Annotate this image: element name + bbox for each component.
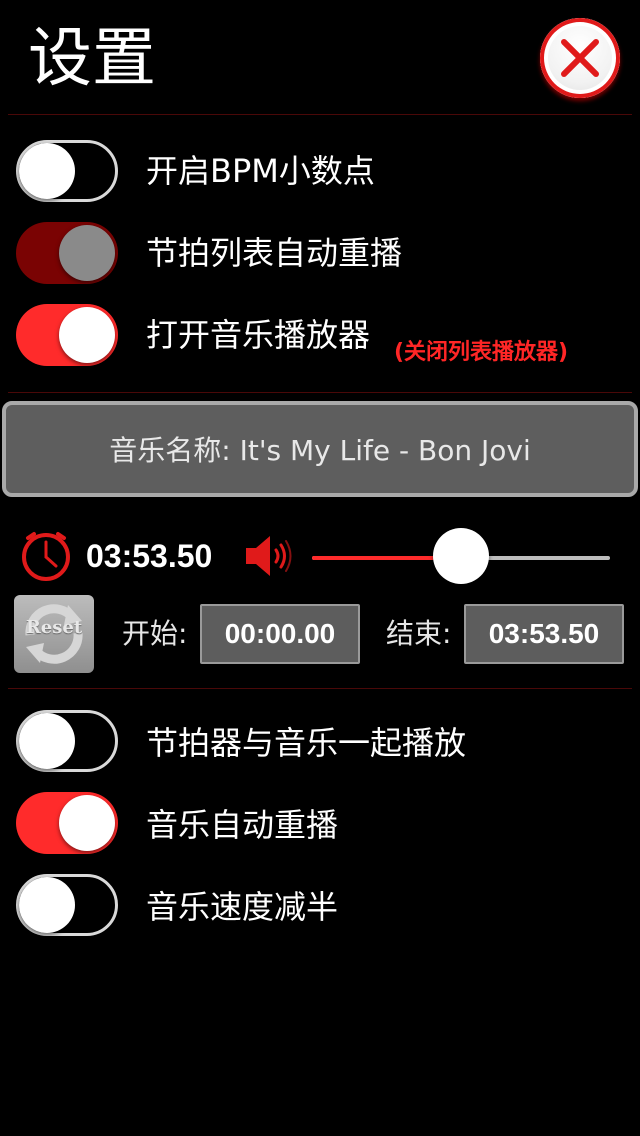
close-button[interactable] (540, 18, 620, 98)
close-icon (561, 39, 599, 77)
toggle-knob (59, 225, 115, 281)
toggle-label-music-autoreplay: 音乐自动重播 (146, 806, 339, 844)
speaker-icon (246, 536, 292, 576)
toggle-knob (59, 795, 115, 851)
toggle-label-bpm-decimal: 开启BPM小数点 (146, 152, 375, 190)
start-label: 开始: (122, 617, 188, 650)
end-time-field[interactable]: 03:53.50 (464, 604, 624, 664)
start-time-field[interactable]: 00:00.00 (200, 604, 360, 664)
reset-button[interactable]: Reset (14, 595, 94, 673)
clock-icon (22, 532, 70, 581)
reset-label: Reset (25, 617, 83, 638)
toggle-music-player[interactable] (16, 304, 118, 366)
page-title: 设置 (28, 22, 156, 96)
divider (8, 688, 632, 689)
toggle-label-beat-list-autoreplay: 节拍列表自动重播 (146, 234, 403, 272)
toggle-music-autoreplay[interactable] (16, 792, 118, 854)
toggle-knob (19, 877, 75, 933)
toggle-music-half-speed[interactable] (16, 874, 118, 936)
music-duration: 03:53.50 (86, 538, 213, 574)
divider (8, 392, 632, 393)
toggle-label-music-half-speed: 音乐速度减半 (146, 888, 339, 926)
toggle-bpm-decimal[interactable] (16, 140, 118, 202)
toggle-beat-list-autoreplay[interactable] (16, 222, 118, 284)
toggle-knob (59, 307, 115, 363)
end-label: 结束: (386, 617, 452, 650)
toggle-metronome-with-music[interactable] (16, 710, 118, 772)
volume-slider-thumb[interactable] (433, 528, 489, 584)
toggle-label-music-player: 打开音乐播放器 (146, 316, 371, 354)
music-name-button[interactable]: 音乐名称: It's My Life - Bon Jovi (2, 401, 638, 497)
toggle-label-metronome-with-music: 节拍器与音乐一起播放 (146, 724, 467, 762)
music-name-text: 音乐名称: It's My Life - Bon Jovi (109, 434, 531, 467)
toggle-knob (19, 143, 75, 199)
toggle-knob (19, 713, 75, 769)
divider (8, 114, 632, 115)
music-player-note: (关闭列表播放器) (394, 340, 569, 365)
